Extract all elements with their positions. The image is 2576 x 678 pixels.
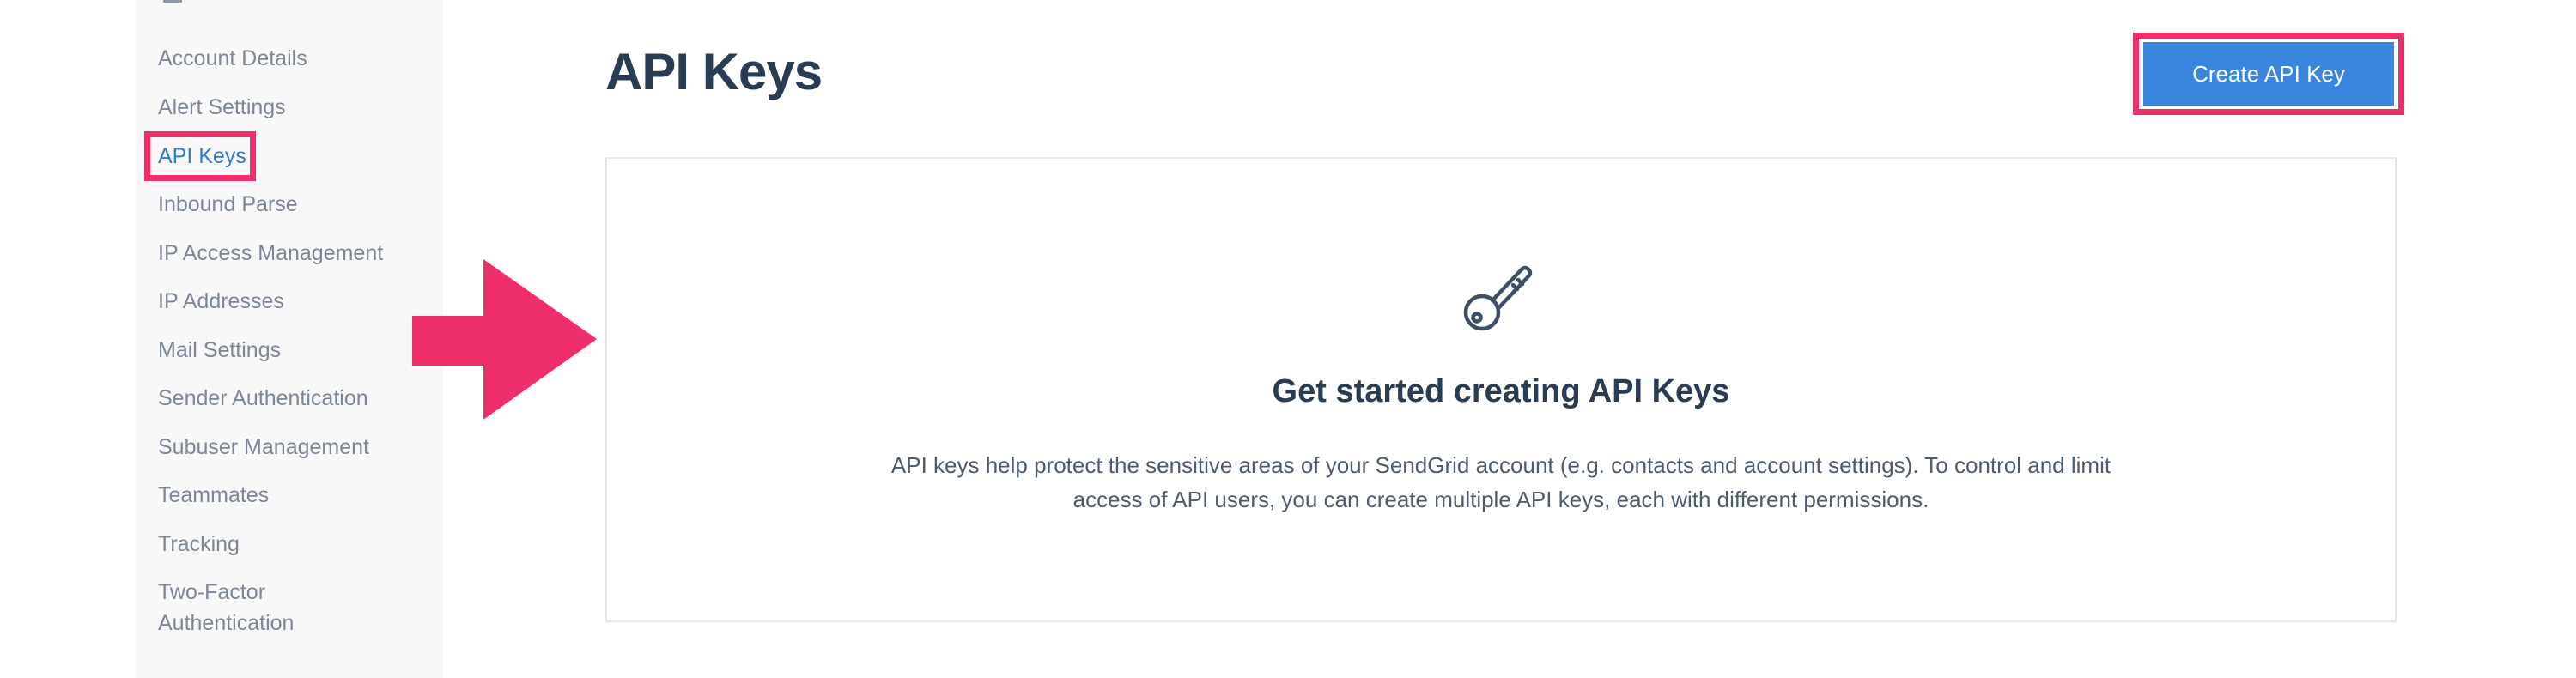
arrow-shape xyxy=(412,259,597,420)
sidebar-item-alert-settings[interactable]: Alert Settings xyxy=(158,92,286,123)
key-icon xyxy=(1463,265,1533,331)
api-keys-highlight-annotation xyxy=(144,131,256,181)
sidebar-item-tracking[interactable]: Tracking xyxy=(158,529,240,560)
sidebar-item-sender-authentication[interactable]: Sender Authentication xyxy=(158,383,368,414)
settings-sidebar: Account Details Alert Settings API Keys … xyxy=(136,0,443,678)
page: Account Details Alert Settings API Keys … xyxy=(0,0,2576,678)
pointer-arrow-annotation xyxy=(412,259,597,420)
sidebar-item-ip-addresses[interactable]: IP Addresses xyxy=(158,286,284,317)
empty-state-heading: Get started creating API Keys xyxy=(1272,373,1730,409)
sidebar-divider xyxy=(163,0,182,3)
sidebar-item-two-factor-authentication[interactable]: Two-Factor Authentication xyxy=(158,577,381,639)
create-api-key-button[interactable]: Create API Key xyxy=(2143,42,2394,106)
sidebar-item-account-details[interactable]: Account Details xyxy=(158,43,307,74)
sidebar-item-inbound-parse[interactable]: Inbound Parse xyxy=(158,189,298,220)
page-title: API Keys xyxy=(605,43,823,100)
sidebar-item-mail-settings[interactable]: Mail Settings xyxy=(158,335,281,366)
empty-state-description: API keys help protect the sensitive area… xyxy=(890,452,2111,512)
sidebar-item-ip-access-management[interactable]: IP Access Management xyxy=(158,238,383,269)
sidebar-item-subuser-management[interactable]: Subuser Management xyxy=(158,432,369,463)
sidebar-item-teammates[interactable]: Teammates xyxy=(158,480,269,511)
